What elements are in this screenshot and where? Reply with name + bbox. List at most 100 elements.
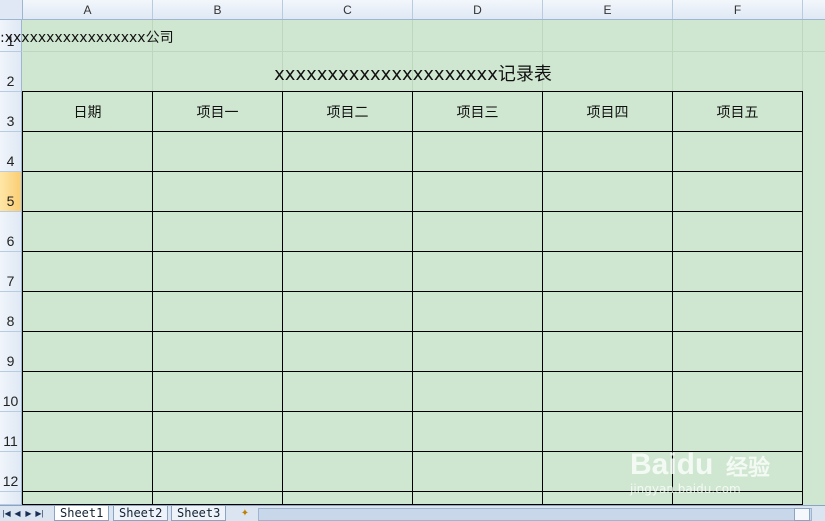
table-cell[interactable] bbox=[412, 171, 543, 212]
row-header-5[interactable]: 5 bbox=[0, 172, 22, 212]
table-cell[interactable] bbox=[22, 451, 153, 492]
row-header-4[interactable]: 4 bbox=[0, 132, 22, 172]
table-cell[interactable] bbox=[152, 331, 283, 372]
table-cell[interactable] bbox=[412, 451, 543, 492]
table-cell[interactable] bbox=[282, 371, 413, 412]
table-cell[interactable] bbox=[152, 291, 283, 332]
column-header-e[interactable]: E bbox=[543, 0, 673, 19]
header-item-5[interactable]: 项目五 bbox=[672, 91, 803, 132]
header-date[interactable]: 日期 bbox=[22, 91, 153, 132]
row-header-10[interactable]: 10 bbox=[0, 372, 22, 412]
table-cell[interactable] bbox=[672, 371, 803, 412]
table-cell[interactable] bbox=[282, 251, 413, 292]
row-header-8[interactable]: 8 bbox=[0, 292, 22, 332]
table-cell[interactable] bbox=[412, 491, 543, 505]
table-cell[interactable] bbox=[152, 171, 283, 212]
table-cell[interactable] bbox=[152, 251, 283, 292]
baidu-jingyan-watermark: Baidu 经验 jingyan.baidu.com bbox=[630, 430, 800, 500]
table-cell[interactable] bbox=[412, 211, 543, 252]
column-header-a[interactable]: A bbox=[23, 0, 153, 19]
header-item-3[interactable]: 项目三 bbox=[412, 91, 543, 132]
table-cell[interactable] bbox=[542, 371, 673, 412]
row-header-7[interactable]: 7 bbox=[0, 252, 22, 292]
table-row bbox=[22, 171, 803, 212]
select-all-corner[interactable] bbox=[0, 0, 23, 19]
header-item-1[interactable]: 项目一 bbox=[152, 91, 283, 132]
table-cell[interactable] bbox=[282, 451, 413, 492]
table-cell[interactable] bbox=[282, 491, 413, 505]
table-cell[interactable] bbox=[672, 131, 803, 172]
column-header-b[interactable]: B bbox=[153, 0, 283, 19]
table-cell[interactable] bbox=[542, 291, 673, 332]
row-header-9[interactable]: 9 bbox=[0, 332, 22, 372]
table-cell[interactable] bbox=[412, 251, 543, 292]
row-header-6[interactable]: 6 bbox=[0, 212, 22, 252]
table-cell[interactable] bbox=[412, 371, 543, 412]
last-sheet-nav-icon[interactable]: ▶| bbox=[34, 506, 45, 521]
table-cell[interactable] bbox=[22, 251, 153, 292]
sheet-tab-sheet2[interactable]: Sheet2 bbox=[113, 506, 169, 521]
column-header-d[interactable]: D bbox=[413, 0, 543, 19]
sheet-title-cell[interactable]: xxxxxxxxxxxxxxxxxxxxx记录表 bbox=[23, 60, 803, 86]
table-cell[interactable] bbox=[282, 131, 413, 172]
table-cell[interactable] bbox=[282, 171, 413, 212]
table-cell[interactable] bbox=[152, 131, 283, 172]
table-cell[interactable] bbox=[22, 171, 153, 212]
table-cell[interactable] bbox=[282, 211, 413, 252]
table-cell[interactable] bbox=[152, 211, 283, 252]
table-cell[interactable] bbox=[542, 331, 673, 372]
table-cell[interactable] bbox=[152, 451, 283, 492]
row-header-2[interactable]: 2 bbox=[0, 52, 22, 92]
table-row bbox=[22, 371, 803, 412]
table-cell[interactable] bbox=[542, 131, 673, 172]
row-header-11[interactable]: 11 bbox=[0, 412, 22, 452]
column-header-c[interactable]: C bbox=[283, 0, 413, 19]
table-cell[interactable] bbox=[542, 211, 673, 252]
table-cell[interactable] bbox=[542, 171, 673, 212]
table-cell[interactable] bbox=[282, 411, 413, 452]
row-header-3[interactable]: 3 bbox=[0, 92, 22, 132]
table-cell[interactable] bbox=[282, 331, 413, 372]
table-cell[interactable] bbox=[22, 371, 153, 412]
table-cell[interactable] bbox=[22, 491, 153, 505]
table-cell[interactable] bbox=[672, 291, 803, 332]
table-cell[interactable] bbox=[22, 291, 153, 332]
sheet-tab-bar: |◀ ◀ ▶ ▶| Sheet1 Sheet2 Sheet3 ✦ bbox=[0, 505, 825, 521]
table-row bbox=[22, 211, 803, 252]
table-cell[interactable] bbox=[672, 211, 803, 252]
table-cell[interactable] bbox=[22, 331, 153, 372]
table-cell[interactable] bbox=[412, 411, 543, 452]
header-item-4[interactable]: 项目四 bbox=[542, 91, 673, 132]
sheet-tab-sheet1[interactable]: Sheet1 bbox=[54, 506, 110, 521]
table-cell[interactable] bbox=[22, 211, 153, 252]
table-cell[interactable] bbox=[672, 171, 803, 212]
table-row bbox=[22, 331, 803, 372]
horizontal-scrollbar[interactable] bbox=[258, 508, 812, 521]
first-sheet-nav-icon[interactable]: |◀ bbox=[1, 506, 12, 521]
table-cell[interactable] bbox=[542, 251, 673, 292]
next-sheet-nav-icon[interactable]: ▶ bbox=[23, 506, 34, 521]
table-cell[interactable] bbox=[152, 371, 283, 412]
table-cell[interactable] bbox=[672, 331, 803, 372]
table-cell[interactable] bbox=[152, 491, 283, 505]
company-name-cell[interactable]: :xxxxxxxxxxxxxxxxx公司 bbox=[0, 27, 174, 47]
table-cell[interactable] bbox=[672, 251, 803, 292]
table-cell[interactable] bbox=[22, 131, 153, 172]
row-header-13[interactable] bbox=[0, 492, 22, 505]
row-header-12[interactable]: 12 bbox=[0, 452, 22, 492]
table-cell[interactable] bbox=[152, 411, 283, 452]
table-cell[interactable] bbox=[412, 131, 543, 172]
header-item-2[interactable]: 项目二 bbox=[282, 91, 413, 132]
prev-sheet-nav-icon[interactable]: ◀ bbox=[12, 506, 23, 521]
table-cell[interactable] bbox=[412, 331, 543, 372]
table-cell[interactable] bbox=[412, 291, 543, 332]
sheet-tab-sheet3[interactable]: Sheet3 bbox=[171, 506, 227, 521]
table-cell[interactable] bbox=[22, 411, 153, 452]
insert-sheet-icon[interactable]: ✦ bbox=[236, 507, 254, 520]
scroll-right-button[interactable] bbox=[794, 508, 810, 521]
table-header-row: 日期 项目一 项目二 项目三 项目四 项目五 bbox=[22, 91, 803, 132]
table-cell[interactable] bbox=[282, 291, 413, 332]
table-row bbox=[22, 131, 803, 172]
column-header-f[interactable]: F bbox=[673, 0, 803, 19]
column-header-g[interactable] bbox=[803, 0, 825, 19]
